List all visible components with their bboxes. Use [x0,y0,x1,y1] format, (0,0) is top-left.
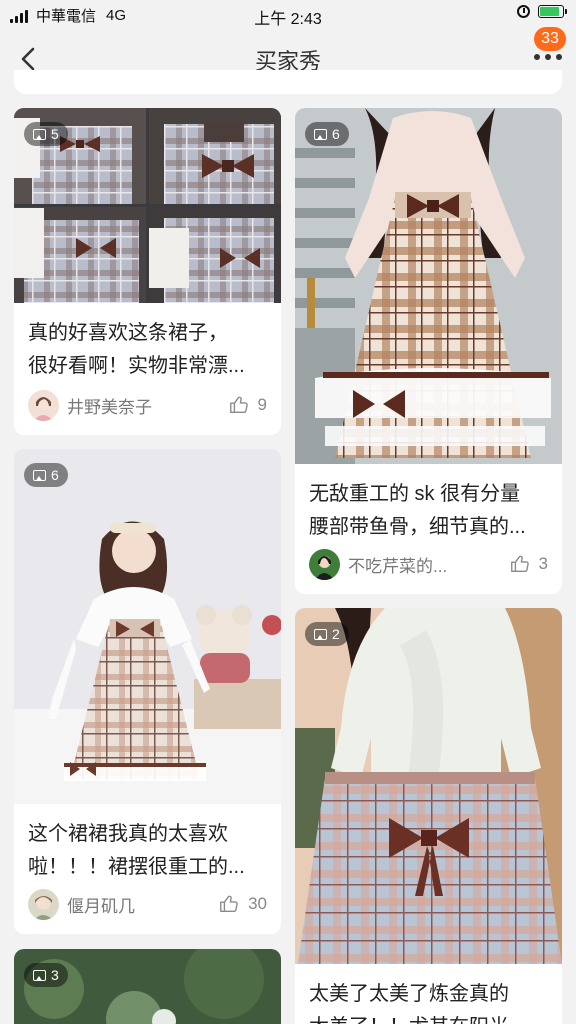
post-card[interactable]: 2 太美了太美了炼金真的 太美了！！尤其在阳光 [295,608,562,1024]
photo-count-badge: 2 [305,622,349,646]
image-icon [33,469,46,481]
like-button[interactable]: 9 [228,394,267,416]
like-button[interactable]: 3 [509,553,548,575]
photo-count-badge: 6 [24,463,68,487]
avatar-image [28,389,59,421]
photo-count: 5 [51,126,59,142]
photo-count: 3 [51,967,59,983]
image-icon [33,969,46,981]
post-description: 无敌重工的 sk 很有分量 腰部带鱼骨，细节真的... [295,464,562,552]
girl-on-stairs-image [295,108,562,464]
previous-card-edge [14,70,562,94]
post-description: 太美了太美了炼金真的 太美了！！尤其在阳光 [295,964,562,1024]
alarm-icon [517,5,530,18]
girl-in-plaid-dress-image [14,449,281,804]
post-photo[interactable]: 2 [295,608,562,964]
post-description: 这个裙裙我真的太喜欢 啦！！！裙摆很重工的... [14,804,281,892]
thumbs-up-icon [510,555,529,573]
image-icon [33,128,46,140]
avatar-image [28,888,59,920]
more-dots-icon [534,54,540,60]
post-description-line: 无敌重工的 sk 很有分量 [309,483,521,505]
avatar[interactable] [28,389,59,421]
status-bar: 中華電信 4G 上午 2:43 [0,0,576,30]
post-description-line: 真的好喜欢这条裙子， [28,322,228,344]
photo-count: 2 [332,626,340,642]
post-description-line: 太美了太美了炼金真的 [309,983,509,1005]
post-card[interactable]: 5 真的好喜欢这条裙子， 很好看啊！实物非常漂... 井野美奈子 9 [14,108,281,435]
post-description-line: 啦！！！裙摆很重工的... [28,856,245,878]
post-card[interactable]: 3 [14,949,281,1024]
more-button[interactable] [534,54,562,60]
thumbs-up-icon [229,396,248,414]
photo-count-badge: 6 [305,122,349,146]
like-count: 30 [248,894,267,913]
like-count: 9 [257,395,267,414]
post-description: 真的好喜欢这条裙子， 很好看啊！实物非常漂... [14,303,281,391]
post-description-line: 太美了！！尤其在阳光 [309,1011,548,1024]
photo-count-badge: 5 [24,122,68,146]
notification-badge: 33 [534,27,566,51]
username[interactable]: 井野美奈子 [67,393,228,418]
thumbs-up-icon [220,895,238,913]
avatar[interactable] [28,888,59,920]
post-card[interactable]: 6 无敌重工的 sk 很有分量 腰部带鱼骨，细节真的... 不吃芹菜的... 3 [295,108,562,594]
like-count: 3 [538,554,548,573]
avatar[interactable] [309,548,340,580]
username[interactable]: 偃月矶几 [67,892,218,917]
post-description-line: 腰部带鱼骨，细节真的... [309,516,526,538]
status-right [517,5,567,18]
status-time: 上午 2:43 [254,11,322,28]
post-photo[interactable]: 5 [14,108,281,303]
post-meta: 不吃芹菜的... 3 [309,548,548,580]
post-description-line: 这个裙裙我真的太喜欢 [28,823,228,845]
image-icon [314,128,327,140]
photo-count-badge: 3 [24,963,68,987]
lace-blouse-plaid-skirt-image [295,608,562,964]
post-description-line: 很好看啊！实物非常漂... [28,355,245,377]
post-card[interactable]: 6 这个裙裙我真的太喜欢 啦！！！裙摆很重工的... 偃月矶几 30 [14,449,281,934]
photo-count: 6 [51,467,59,483]
avatar-image [309,548,340,580]
post-photo[interactable]: 6 [295,108,562,464]
image-icon [314,628,327,640]
post-meta: 井野美奈子 9 [28,389,267,421]
like-button[interactable]: 30 [218,893,267,915]
post-meta: 偃月矶几 30 [28,888,267,920]
username[interactable]: 不吃芹菜的... [348,552,509,577]
post-photo[interactable]: 6 [14,449,281,804]
post-photo[interactable]: 3 [14,949,281,1024]
battery-icon [538,5,567,18]
photo-count: 6 [332,126,340,142]
